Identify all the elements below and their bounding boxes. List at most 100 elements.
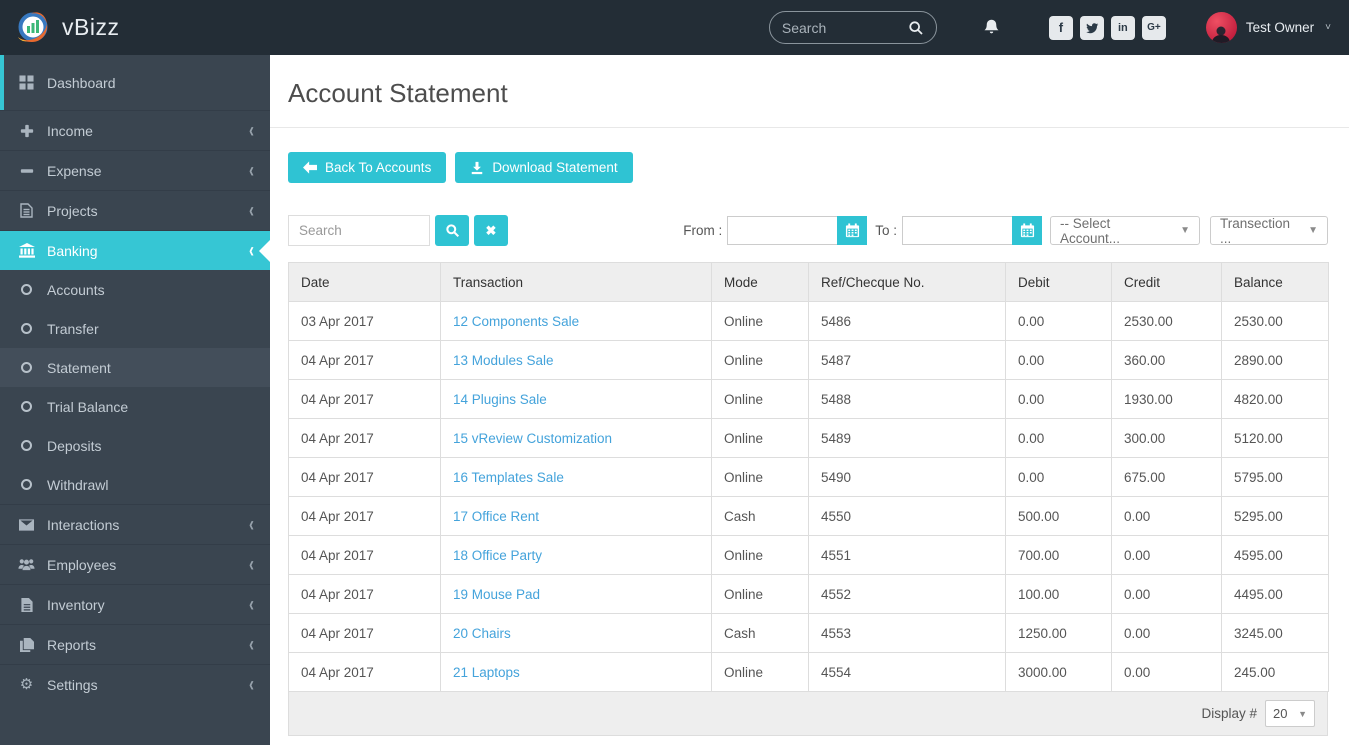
- navbar-search: [768, 11, 937, 44]
- copy-icon: [18, 637, 35, 652]
- sidebar-item-label: Statement: [47, 359, 111, 376]
- transaction-link[interactable]: 17 Office Rent: [453, 509, 539, 524]
- from-date-input[interactable]: [727, 216, 838, 245]
- cell-ref: 5488: [808, 379, 1006, 419]
- sidebar-item-label: Reports: [47, 636, 97, 653]
- clear-search-button[interactable]: ✖: [474, 215, 508, 246]
- chevron-left-icon: ‹: [249, 592, 254, 617]
- action-buttons: Back To Accounts Download Statement: [288, 152, 1328, 183]
- transaction-link[interactable]: 21 Laptops: [453, 665, 520, 680]
- cell-date: 04 Apr 2017: [288, 652, 441, 692]
- table-row: 04 Apr 2017 14 Plugins Sale Online 5488 0.00…: [288, 379, 1329, 419]
- download-statement-button[interactable]: Download Statement: [455, 152, 633, 183]
- cell-transaction: 19 Mouse Pad: [440, 574, 712, 614]
- chevron-left-icon: ‹: [249, 512, 254, 537]
- cell-ref: 4550: [808, 496, 1006, 536]
- sidebar-item-accounts[interactable]: Accounts: [0, 270, 270, 309]
- search-icon[interactable]: [908, 20, 924, 36]
- cell-mode: Cash: [711, 613, 809, 653]
- sidebar-item-deposits[interactable]: Deposits: [0, 426, 270, 465]
- cell-balance: 2530.00: [1221, 301, 1329, 341]
- cell-balance: 245.00: [1221, 652, 1329, 692]
- brand[interactable]: vBizz: [0, 9, 270, 47]
- transaction-link[interactable]: 12 Components Sale: [453, 314, 579, 329]
- circle-icon: [18, 362, 35, 373]
- circle-icon: [18, 284, 35, 295]
- cell-balance: 5795.00: [1221, 457, 1329, 497]
- transaction-link[interactable]: 16 Templates Sale: [453, 470, 564, 485]
- cell-mode: Online: [711, 301, 809, 341]
- sidebar-item-projects[interactable]: Projects ‹: [0, 190, 270, 230]
- cell-transaction: 18 Office Party: [440, 535, 712, 575]
- back-to-accounts-button[interactable]: Back To Accounts: [288, 152, 447, 183]
- sidebar-item-trial-balance[interactable]: Trial Balance: [0, 387, 270, 426]
- cell-date: 04 Apr 2017: [288, 379, 441, 419]
- col-ref: Ref/Checque No.: [808, 262, 1006, 302]
- sidebar-item-banking[interactable]: Banking ‹: [0, 230, 270, 270]
- navbar-search-input[interactable]: [781, 19, 908, 36]
- circle-icon: [18, 323, 35, 334]
- sidebar-item-transfer[interactable]: Transfer: [0, 309, 270, 348]
- transaction-link[interactable]: 15 vReview Customization: [453, 431, 612, 446]
- statement-table-wrap: Date Transaction Mode Ref/Checque No. De…: [288, 262, 1329, 736]
- sidebar-item-income[interactable]: Income ‹: [0, 110, 270, 150]
- chevron-down-icon: ▼: [1180, 225, 1190, 236]
- chevron-down-icon: ˅: [1325, 22, 1331, 33]
- twitter-icon[interactable]: [1079, 15, 1104, 40]
- transaction-link[interactable]: 19 Mouse Pad: [453, 587, 540, 602]
- sidebar-item-interactions[interactable]: Interactions ‹: [0, 504, 270, 544]
- sidebar-item-inventory[interactable]: Inventory ‹: [0, 584, 270, 624]
- sidebar-item-label: Projects: [47, 202, 98, 219]
- transaction-link[interactable]: 13 Modules Sale: [453, 353, 554, 368]
- sidebar-item-label: Inventory: [47, 596, 105, 613]
- transaction-type-select[interactable]: Transection ... ▼: [1210, 216, 1328, 246]
- cell-credit: 0.00: [1111, 613, 1222, 653]
- account-select[interactable]: -- Select Account... ▼: [1050, 216, 1200, 246]
- col-credit: Credit: [1111, 262, 1222, 302]
- to-date-input[interactable]: [902, 216, 1012, 245]
- sidebar-item-label: Income: [47, 122, 93, 139]
- grid-icon: [18, 75, 35, 90]
- transaction-link[interactable]: 14 Plugins Sale: [453, 392, 547, 407]
- chevron-left-icon: ‹: [249, 198, 254, 223]
- download-button-label: Download Statement: [492, 160, 618, 175]
- sidebar-item-withdrawl[interactable]: Withdrawl: [0, 465, 270, 504]
- cell-credit: 0.00: [1111, 652, 1222, 692]
- col-date: Date: [288, 262, 441, 302]
- sidebar-item-label: Withdrawl: [47, 476, 109, 493]
- googleplus-icon[interactable]: G+: [1141, 15, 1166, 40]
- sidebar-item-label: Accounts: [47, 281, 105, 298]
- to-calendar-button[interactable]: [1012, 216, 1042, 245]
- notifications-bell-icon[interactable]: [982, 18, 1001, 37]
- page-title: Account Statement: [288, 78, 508, 108]
- sidebar-item-expense[interactable]: Expense ‹: [0, 150, 270, 190]
- sidebar-item-settings[interactable]: ⚙ Settings ‹: [0, 664, 270, 704]
- cell-debit: 500.00: [1005, 496, 1112, 536]
- transaction-link[interactable]: 20 Chairs: [453, 626, 511, 641]
- navbar-right: f in G+ Test Owner ˅: [768, 11, 1349, 44]
- statement-table: Date Transaction Mode Ref/Checque No. De…: [288, 262, 1329, 692]
- display-count-select[interactable]: 20 ▼: [1265, 700, 1315, 727]
- transaction-link[interactable]: 18 Office Party: [453, 548, 542, 563]
- cell-debit: 0.00: [1005, 457, 1112, 497]
- table-row: 04 Apr 2017 18 Office Party Online 4551 700.…: [288, 535, 1329, 575]
- search-button[interactable]: [435, 215, 469, 246]
- plus-icon: [18, 124, 35, 138]
- sidebar-item-employees[interactable]: Employees ‹: [0, 544, 270, 584]
- sidebar-item-dashboard[interactable]: Dashboard: [0, 55, 270, 110]
- chevron-down-icon: ▼: [1298, 708, 1307, 719]
- chevron-left-icon: ‹: [249, 672, 254, 697]
- table-search-input[interactable]: [288, 215, 430, 246]
- top-navbar: vBizz f in G+: [0, 0, 1349, 55]
- sidebar-item-statement[interactable]: Statement: [0, 348, 270, 387]
- cell-ref: 4554: [808, 652, 1006, 692]
- linkedin-icon[interactable]: in: [1110, 15, 1135, 40]
- from-calendar-button[interactable]: [837, 216, 868, 245]
- cell-ref: 5489: [808, 418, 1006, 458]
- sidebar-item-reports[interactable]: Reports ‹: [0, 624, 270, 664]
- user-menu[interactable]: Test Owner ˅: [1205, 12, 1331, 43]
- arrow-left-icon: [303, 161, 317, 174]
- facebook-icon[interactable]: f: [1048, 15, 1073, 40]
- chevron-left-icon: ‹: [249, 118, 254, 143]
- table-header-row: Date Transaction Mode Ref/Checque No. De…: [288, 262, 1329, 302]
